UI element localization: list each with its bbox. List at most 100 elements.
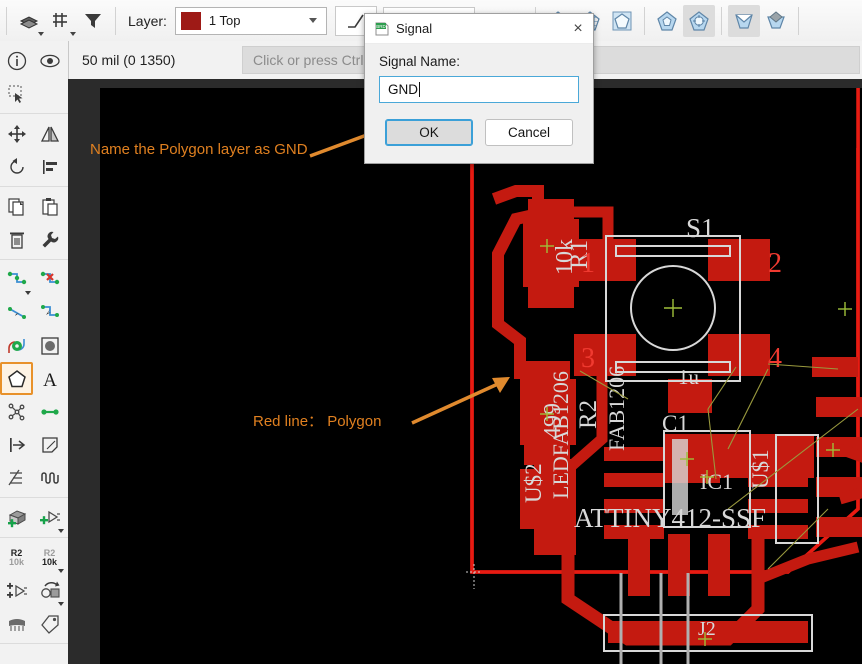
via-icon[interactable] (0, 329, 33, 362)
chevron-down-icon (25, 291, 31, 295)
polygon-tool-icon[interactable] (0, 362, 33, 395)
svg-text:4: 4 (768, 343, 782, 374)
svg-text:3: 3 (581, 343, 595, 374)
hole-icon[interactable] (33, 329, 66, 362)
svg-text:R2: R2 (575, 400, 602, 429)
move-icon[interactable] (0, 117, 33, 150)
dimension-icon[interactable] (0, 395, 33, 428)
copy-icon[interactable] (0, 190, 33, 223)
tool-group-transform (0, 114, 68, 187)
value-10k-icon[interactable]: R2 10k (33, 541, 66, 574)
svg-text:ATTINY412-SSF: ATTINY412-SSF (574, 503, 766, 533)
tool-group-inspect (0, 41, 68, 114)
eagle-pcb-editor-window: Layer: 1 Top 50 mil (0 1350) Click or pr… (0, 0, 862, 664)
chip-icon[interactable] (0, 607, 33, 640)
toolbar-divider (6, 6, 7, 35)
svg-text:1u: 1u (678, 365, 700, 389)
chevron-down-icon (308, 18, 317, 23)
polygon-pour-icon[interactable] (727, 4, 760, 37)
rotate-part-icon[interactable] (33, 574, 66, 607)
arrow-right-icon[interactable] (0, 428, 33, 461)
add-part-icon[interactable] (33, 501, 66, 534)
rotate-icon[interactable] (0, 150, 33, 183)
svg-text:S1: S1 (686, 213, 715, 243)
layer-color-swatch (180, 11, 201, 30)
pcb-canvas[interactable]: S1 10k R1 499 R2 FAB1206 C1 1u U$2 LEDFA… (68, 79, 862, 664)
wrench-icon[interactable] (33, 223, 66, 256)
ripup-icon[interactable] (33, 263, 66, 296)
toolbar-divider (720, 6, 722, 35)
tool-group-edit (0, 187, 68, 260)
paste-icon[interactable] (33, 190, 66, 223)
svg-text:C1: C1 (662, 411, 689, 436)
tool-placeholder (33, 77, 66, 110)
polygon-thermals-icon[interactable] (682, 4, 715, 37)
signal-name-value: GND (388, 82, 418, 97)
route-icon[interactable] (0, 263, 33, 296)
dialog-buttons: OK Cancel (379, 119, 579, 146)
signal-wave-icon[interactable] (33, 461, 66, 494)
text-tool-icon[interactable]: A (33, 362, 66, 395)
annotation-arrow-2 (411, 377, 510, 425)
annotation-name-polygon: Name the Polygon layer as GND (90, 141, 308, 158)
toolbar-divider (643, 6, 645, 35)
polygon-orphans-icon[interactable] (651, 5, 683, 37)
polygon-rank-icon[interactable] (760, 5, 792, 37)
attribute-tag-icon[interactable] (33, 607, 66, 640)
grid-icon[interactable] (45, 5, 77, 37)
filter-icon[interactable] (77, 5, 109, 37)
annotation-red-line: Red line： Polygon (253, 413, 382, 430)
svg-text:1: 1 (581, 248, 595, 279)
replace-part-icon[interactable] (0, 574, 33, 607)
svg-text:2: 2 (768, 248, 782, 279)
chevron-down-icon (58, 569, 64, 573)
align-icon[interactable] (33, 150, 66, 183)
cancel-button[interactable]: Cancel (485, 119, 573, 146)
dialog-body: Signal Name: GND OK Cancel (365, 44, 593, 146)
layer-label: Layer: (128, 12, 167, 29)
svg-text:IC1: IC1 (700, 469, 733, 494)
show-eye-icon[interactable] (33, 44, 66, 77)
chevron-down-icon (70, 31, 76, 36)
info-icon[interactable] (0, 44, 33, 77)
add-package-icon[interactable] (0, 501, 33, 534)
delete-trash-icon[interactable] (0, 223, 33, 256)
tool-group-add (0, 498, 68, 538)
chevron-down-icon (58, 602, 64, 606)
svg-text:A: A (43, 370, 57, 390)
dialog-title: Signal (396, 21, 433, 36)
array-icon[interactable] (0, 461, 33, 494)
signal-dialog: BRD Signal × Signal Name: GND OK Cancel (364, 13, 594, 164)
dialog-titlebar: BRD Signal × (365, 14, 593, 44)
coordinate-readout: 50 mil (0 1350) (82, 52, 176, 68)
miter-icon[interactable] (33, 296, 66, 329)
smd-icon[interactable] (33, 428, 66, 461)
svg-text:J2: J2 (698, 618, 716, 640)
svg-text:U$2: U$2 (521, 463, 546, 503)
name-r2-icon[interactable]: R2 10k (0, 541, 33, 574)
wire-icon[interactable] (33, 395, 66, 428)
text-caret (419, 82, 420, 97)
mirror-icon[interactable] (33, 117, 66, 150)
brd-file-icon: BRD (374, 21, 390, 37)
svg-text:U$1: U$1 (748, 449, 773, 489)
layers-icon[interactable] (13, 5, 45, 37)
toolbar-divider (797, 6, 799, 35)
left-tool-palette: A R2 10k R2 10k (0, 41, 69, 664)
ok-button[interactable]: OK (385, 119, 473, 146)
close-icon[interactable]: × (563, 15, 593, 43)
polygon-cutout-icon[interactable] (606, 5, 638, 37)
tool-group-properties: R2 10k R2 10k (0, 538, 68, 644)
chevron-down-icon (38, 31, 44, 36)
toolbar-divider (115, 6, 116, 35)
signal-name-label: Signal Name: (379, 54, 461, 69)
layer-select[interactable]: 1 Top (174, 6, 327, 35)
layer-selected-value: 1 Top (208, 13, 241, 28)
svg-text:BRD: BRD (376, 24, 386, 29)
split-icon[interactable] (0, 296, 33, 329)
marquee-select-icon[interactable] (0, 77, 33, 110)
tool-group-draw: A (0, 260, 68, 498)
chevron-down-icon (58, 529, 64, 533)
svg-text:LEDFAB1206: LEDFAB1206 (548, 371, 573, 499)
signal-name-input[interactable]: GND (379, 76, 579, 103)
